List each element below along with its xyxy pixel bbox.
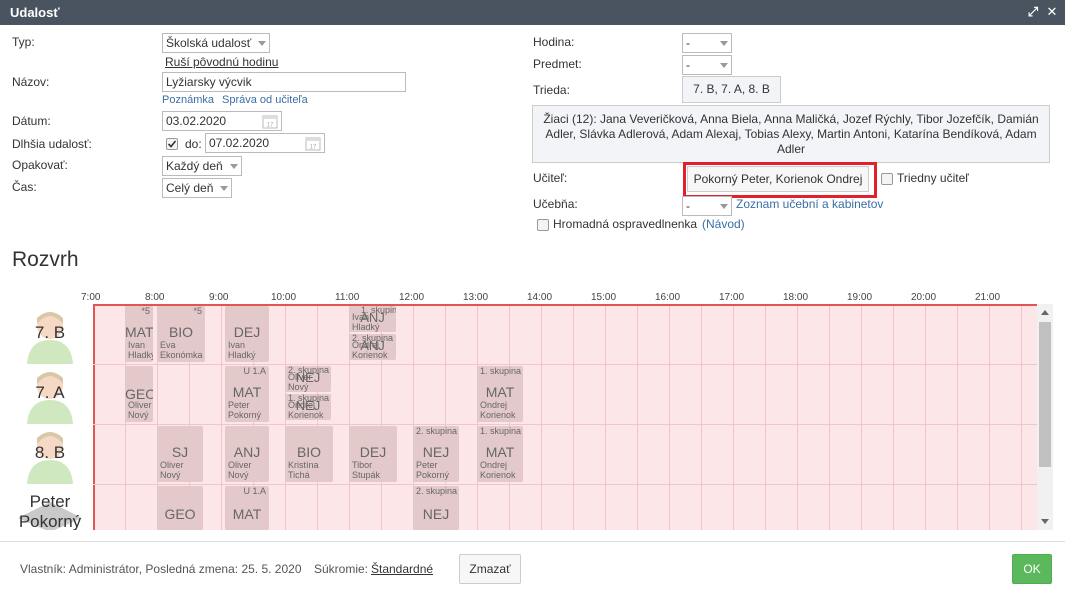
ziaci-box[interactable]: Žiaci (12): Jana Veveričková, Anna Biela… <box>532 105 1050 163</box>
hour-label: 10:00 <box>271 292 297 303</box>
hour-label: 11:00 <box>335 292 360 303</box>
chevron-down-icon <box>720 204 728 209</box>
lesson-card[interactable]: ANJ Oliver Nový <box>225 426 269 482</box>
lesson-card[interactable]: DEJ Ivan Hladký <box>225 306 269 362</box>
lesson-card[interactable]: GEO Oliver Nový <box>125 366 153 422</box>
hour-label: 19:00 <box>847 292 873 303</box>
rozvrh-title: Rozvrh <box>12 248 79 271</box>
lesson-card[interactable]: BIO Kristína Tichá <box>285 426 333 482</box>
lesson-card[interactable]: U 1.A MAT Peter Pokorný <box>225 366 269 422</box>
checkmark-icon <box>167 140 177 148</box>
nazov-input[interactable]: Lyžiarsky výcvik <box>162 72 406 92</box>
lesson-card[interactable]: DEJ Tibor Stupák <box>349 426 397 482</box>
triedny-checkbox[interactable] <box>881 173 893 185</box>
hour-label: 20:00 <box>911 292 937 303</box>
hour-label: 13:00 <box>463 292 489 303</box>
hour-label: 18:00 <box>783 292 809 303</box>
chevron-down-icon <box>230 164 238 169</box>
hour-label: 16:00 <box>655 292 681 303</box>
ucebna-label: Učebňa: <box>533 197 578 211</box>
hour-label: 9:00 <box>209 292 229 303</box>
hour-label: 8:00 <box>145 292 165 303</box>
predmet-label: Predmet: <box>533 57 582 71</box>
hour-label: 17:00 <box>719 292 745 303</box>
chevron-down-icon <box>720 41 728 46</box>
hodina-label: Hodina: <box>533 35 575 49</box>
hour-label: 7:00 <box>81 292 101 303</box>
hour-label: 12:00 <box>399 292 425 303</box>
triedny-label: Triedny učiteľ <box>897 171 969 185</box>
opakovat-select[interactable]: Každý deň <box>162 156 242 176</box>
footer: Vlastník: Administrátor, Posledná zmena:… <box>0 541 1065 594</box>
hour-label: 21:00 <box>975 292 1001 303</box>
ok-button[interactable]: OK <box>1012 554 1052 584</box>
svg-text:17: 17 <box>310 145 317 151</box>
svg-text:17: 17 <box>267 123 274 129</box>
navod-link[interactable]: (Návod) <box>702 217 745 231</box>
hromadna-checkbox[interactable] <box>537 219 549 231</box>
poznamka-link[interactable]: Poznámka <box>162 94 214 106</box>
timetable: 7:00 8:00 9:00 10:00 11:00 12:00 13:00 1… <box>10 290 1055 530</box>
hodina-select[interactable]: - <box>682 33 732 53</box>
hour-label: 14:00 <box>527 292 553 303</box>
chevron-down-icon <box>258 41 266 46</box>
sprava-link[interactable]: Správa od učiteľa <box>222 94 308 106</box>
lesson-card[interactable]: 2. skupina NEJ Peter Pokorný <box>413 426 459 482</box>
predmet-select[interactable]: - <box>682 55 732 75</box>
chevron-down-icon <box>720 63 728 68</box>
maximize-icon[interactable]: ⤢ <box>1026 5 1040 19</box>
cas-select[interactable]: Celý deň <box>162 178 232 198</box>
hour-label: 15:00 <box>591 292 617 303</box>
opakovat-label: Opakovať: <box>12 158 68 172</box>
ucitel-selector[interactable]: Pokorný Peter, Korienok Ondrej <box>687 166 869 192</box>
scroll-thumb[interactable] <box>1039 322 1051 467</box>
zoznam-ucebni-link[interactable]: Zoznam učební a kabinetov <box>736 197 883 211</box>
timetable-scrollbar[interactable] <box>1037 304 1053 530</box>
owner-info: Vlastník: Administrátor, Posledná zmena:… <box>20 562 302 576</box>
scroll-down-icon[interactable] <box>1041 519 1049 524</box>
lesson-card[interactable]: 1. skupina ANJ Ivan Hladký <box>349 306 396 332</box>
chevron-down-icon <box>220 186 228 191</box>
scroll-up-icon[interactable] <box>1041 310 1049 315</box>
do-input[interactable]: 07.02.2020 17 <box>205 133 325 153</box>
cas-label: Čas: <box>12 180 37 194</box>
sukromie-label: Súkromie: <box>314 562 369 576</box>
lesson-card[interactable]: GEO <box>157 486 203 530</box>
calendar-icon[interactable]: 17 <box>262 114 278 129</box>
lesson-card[interactable]: 1. skupina MAT Ondrej Korienok <box>477 426 523 482</box>
dlhsia-checkbox[interactable] <box>166 138 178 150</box>
row-label-7b[interactable]: 7. B <box>10 304 90 364</box>
lesson-card[interactable]: *5 MAT Ivan Hladký <box>125 306 153 362</box>
lesson-card[interactable]: 1. skupina NEJ Ondrej Korienok <box>285 394 331 420</box>
lesson-card[interactable]: SJ Oliver Nový <box>157 426 203 482</box>
calendar-icon[interactable]: 17 <box>305 136 321 151</box>
title-bar: Udalosť ⤢ ✕ <box>0 0 1065 25</box>
datum-label: Dátum: <box>12 114 51 128</box>
ucebna-select[interactable]: - <box>682 196 732 216</box>
ucitel-label: Učiteľ: <box>533 171 568 185</box>
lesson-card[interactable]: U 1.A MAT <box>225 486 269 530</box>
typ-label: Typ: <box>12 35 35 49</box>
row-label-teacher[interactable]: Peter Pokorný <box>10 484 90 530</box>
hromadna-label: Hromadná ospravedlnenka <box>553 217 698 231</box>
close-icon[interactable]: ✕ <box>1045 5 1059 19</box>
delete-button[interactable]: Zmazať <box>459 554 521 584</box>
nazov-label: Názov: <box>12 75 50 89</box>
typ-select[interactable]: Školská udalosť <box>162 33 270 53</box>
lesson-card[interactable]: 2. skupina NEJ Oliver Nový <box>285 366 331 392</box>
do-label: do: <box>185 137 202 151</box>
lesson-card[interactable]: *5 BIO Eva Ekonómka <box>157 306 205 362</box>
dlhsia-label: Dlhšia udalosť: <box>12 137 92 151</box>
row-label-8b[interactable]: 8. B <box>10 424 90 484</box>
sukromie-link[interactable]: Štandardné <box>371 562 433 576</box>
trieda-selector[interactable]: 7. B, 7. A, 8. B <box>682 76 781 103</box>
rusi-hodinu-link[interactable]: Ruší pôvodnú hodinu <box>165 55 278 69</box>
lesson-card[interactable]: 2. skupina NEJ <box>413 486 459 530</box>
lesson-card[interactable]: 2. skupina ANJ Ondrej Korienok <box>349 334 396 360</box>
window-title: Udalosť <box>10 5 60 20</box>
datum-input[interactable]: 03.02.2020 17 <box>162 111 282 131</box>
trieda-label: Trieda: <box>533 83 570 97</box>
row-label-7a[interactable]: 7. A <box>10 364 90 424</box>
lesson-card[interactable]: 1. skupina MAT Ondrej Korienok <box>477 366 523 422</box>
